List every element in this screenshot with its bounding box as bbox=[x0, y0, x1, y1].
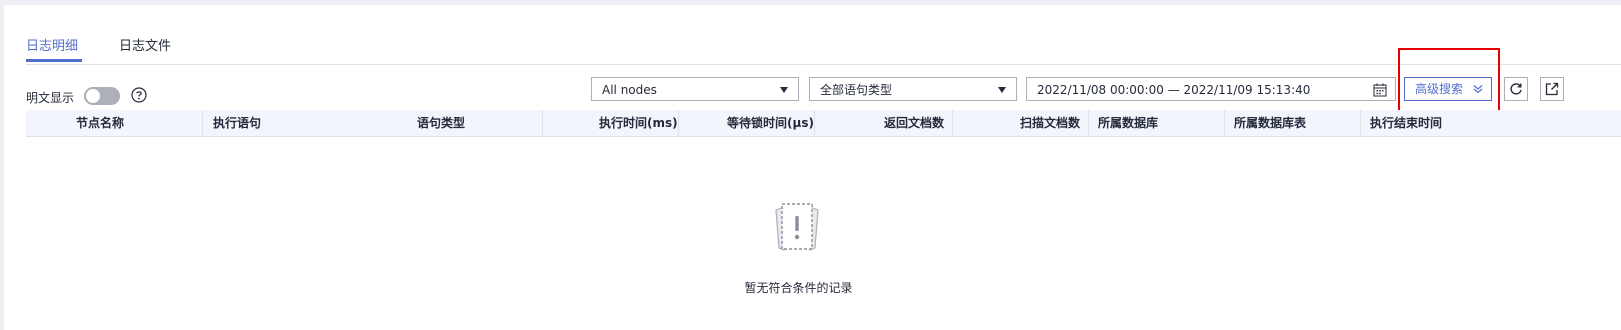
column-header-node-name[interactable]: 节点名称 bbox=[76, 110, 124, 136]
column-divider bbox=[678, 110, 679, 136]
column-divider bbox=[1360, 110, 1361, 136]
date-range-value: 2022/11/08 00:00:00 — 2022/11/09 15:13:4… bbox=[1037, 83, 1311, 97]
column-divider bbox=[1224, 110, 1225, 136]
column-divider bbox=[542, 110, 543, 136]
export-button[interactable] bbox=[1540, 77, 1564, 101]
node-select[interactable]: All nodes bbox=[591, 77, 799, 101]
caret-down-icon bbox=[780, 87, 788, 93]
empty-state-message: 暂无符合条件的记录 bbox=[744, 281, 853, 295]
caret-down-icon bbox=[998, 87, 1006, 93]
tab-log-details[interactable]: 日志明细 bbox=[26, 35, 78, 54]
column-divider bbox=[814, 110, 815, 136]
plaintext-toggle-label: 明文显示 bbox=[26, 91, 75, 105]
refresh-icon bbox=[1510, 83, 1522, 95]
table-header: 节点名称 执行语句 语句类型 执行时间(ms) 等待锁时间(μs) 返回文档数 … bbox=[26, 110, 1621, 137]
column-header-statement-type[interactable]: 语句类型 bbox=[417, 110, 465, 136]
column-header-end-time[interactable]: 执行结束时间 bbox=[1370, 110, 1442, 136]
empty-state-icon bbox=[775, 203, 819, 251]
active-tab-indicator bbox=[26, 59, 82, 62]
help-icon[interactable] bbox=[131, 87, 147, 103]
highlight-annotation-box bbox=[1398, 48, 1500, 115]
column-divider bbox=[952, 110, 953, 136]
date-range-picker[interactable]: 2022/11/08 00:00:00 — 2022/11/09 15:13:4… bbox=[1026, 77, 1396, 101]
log-panel: 日志明细 日志文件 明文显示 All nodes 全部语句类型 2022/11/… bbox=[4, 5, 1621, 330]
column-divider bbox=[202, 110, 203, 136]
statement-type-select-value: 全部语句类型 bbox=[820, 83, 893, 97]
node-select-value: All nodes bbox=[602, 83, 657, 97]
refresh-button[interactable] bbox=[1504, 77, 1528, 101]
column-header-returned-docs[interactable]: 返回文档数 bbox=[884, 110, 944, 136]
column-header-database[interactable]: 所属数据库 bbox=[1098, 110, 1158, 136]
export-icon bbox=[1545, 82, 1559, 96]
column-divider bbox=[1088, 110, 1089, 136]
column-header-lock-wait[interactable]: 等待锁时间(μs) bbox=[727, 110, 814, 136]
column-header-scanned-docs[interactable]: 扫描文档数 bbox=[1020, 110, 1080, 136]
tab-log-files[interactable]: 日志文件 bbox=[119, 35, 171, 54]
statement-type-select[interactable]: 全部语句类型 bbox=[809, 77, 1017, 101]
column-header-statement[interactable]: 执行语句 bbox=[213, 110, 261, 136]
column-header-exec-time[interactable]: 执行时间(ms) bbox=[599, 110, 678, 136]
plaintext-toggle[interactable] bbox=[84, 87, 120, 105]
column-header-database-table[interactable]: 所属数据库表 bbox=[1234, 110, 1306, 136]
tabs-divider bbox=[26, 64, 1621, 65]
calendar-icon bbox=[1373, 83, 1387, 97]
toggle-knob bbox=[86, 89, 100, 103]
